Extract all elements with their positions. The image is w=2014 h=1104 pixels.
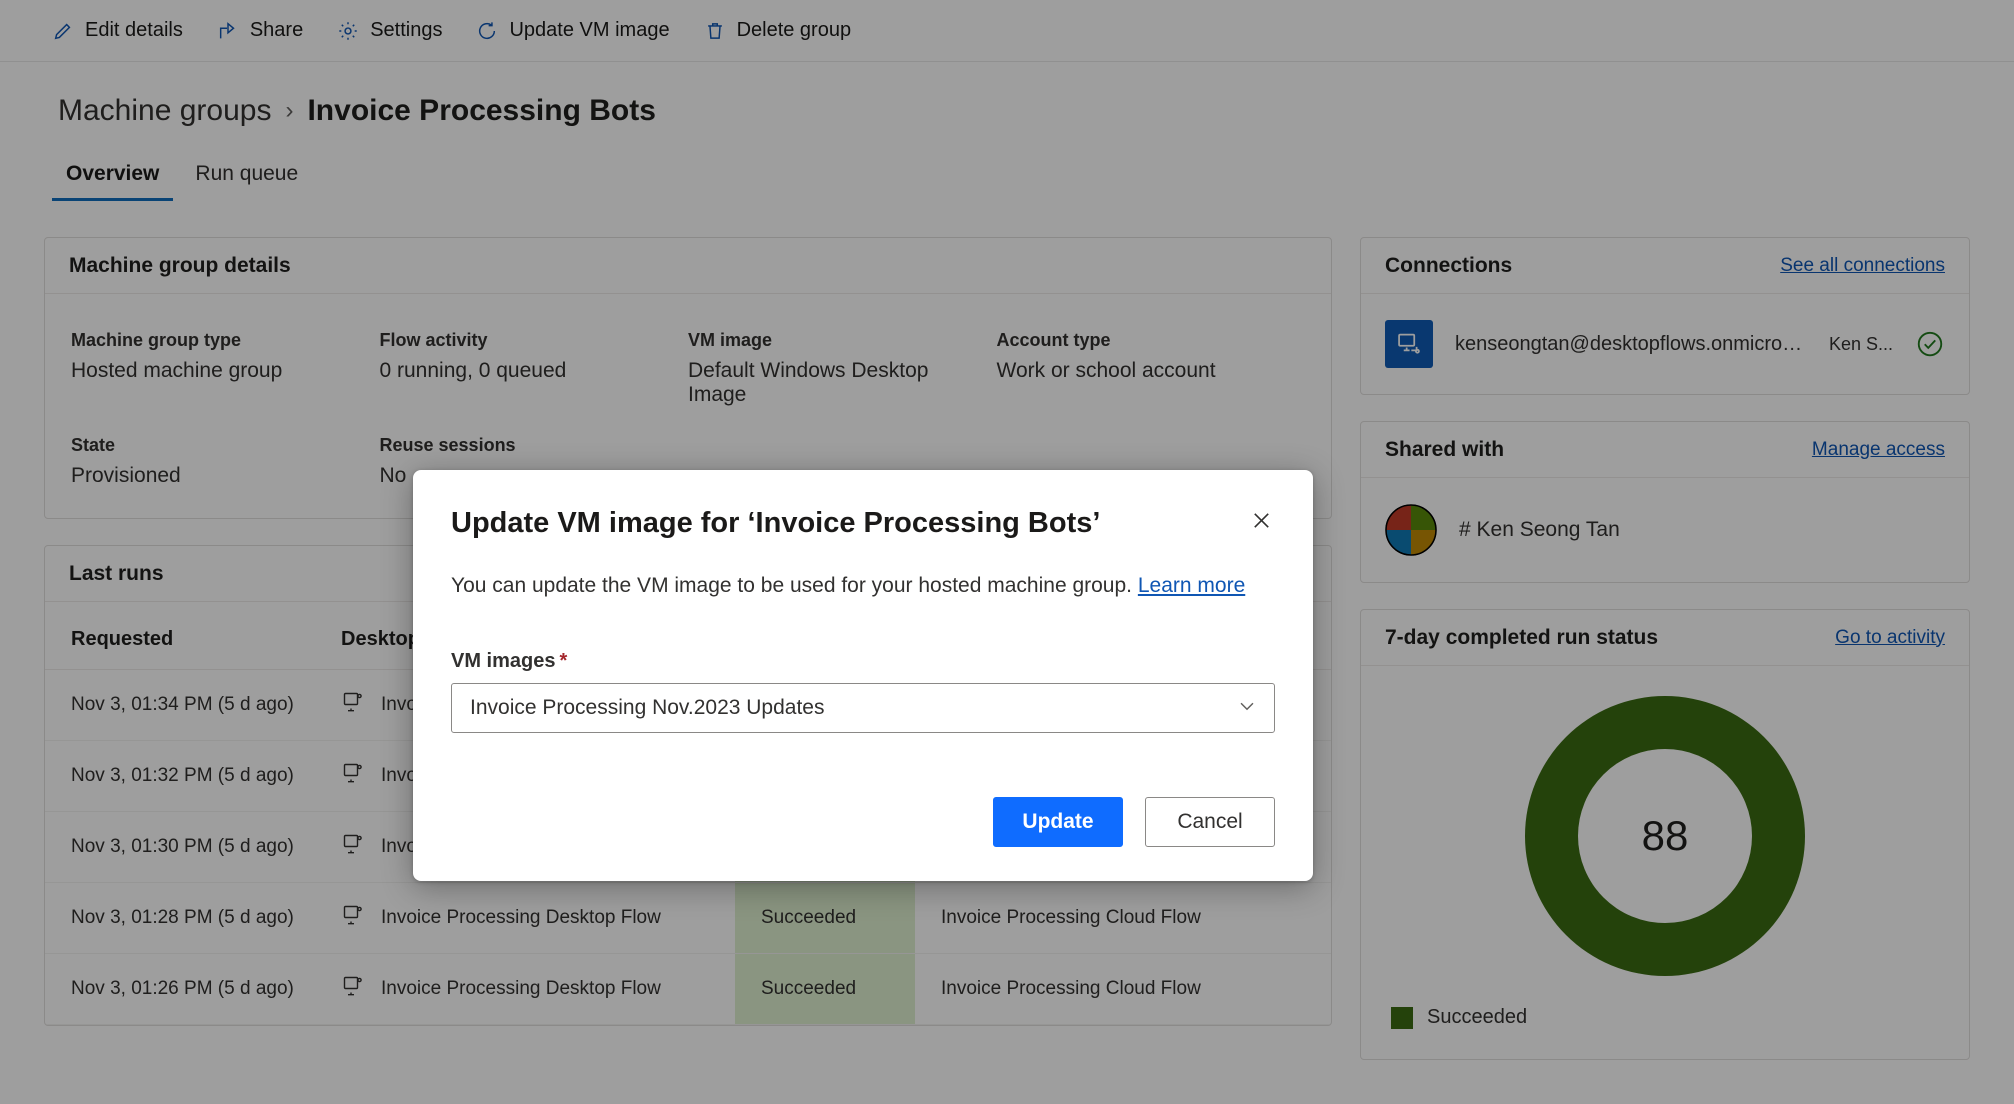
learn-more-link[interactable]: Learn more: [1138, 574, 1245, 597]
update-vm-image-dialog: Update VM image for ‘Invoice Processing …: [413, 470, 1313, 882]
vm-images-label-text: VM images: [451, 650, 556, 673]
dialog-description-text: You can update the VM image to be used f…: [451, 574, 1133, 597]
vm-images-selected-value: Invoice Processing Nov.2023 Updates: [470, 696, 825, 720]
update-button[interactable]: Update: [993, 797, 1123, 848]
dialog-header: Update VM image for ‘Invoice Processing …: [451, 506, 1275, 544]
dialog-description: You can update the VM image to be used f…: [451, 572, 1275, 600]
close-icon: [1250, 509, 1273, 535]
vm-images-label: VM images *: [451, 650, 1275, 673]
required-marker: *: [559, 650, 568, 673]
dialog-title: Update VM image for ‘Invoice Processing …: [451, 507, 1101, 539]
cancel-button[interactable]: Cancel: [1145, 797, 1275, 848]
vm-images-dropdown[interactable]: Invoice Processing Nov.2023 Updates: [451, 683, 1275, 734]
app-page: Edit details Share Settings Update VM im…: [0, 0, 2014, 1104]
chevron-down-icon: [1236, 695, 1258, 722]
close-button[interactable]: [1239, 500, 1283, 544]
dialog-actions: Update Cancel: [451, 797, 1275, 848]
